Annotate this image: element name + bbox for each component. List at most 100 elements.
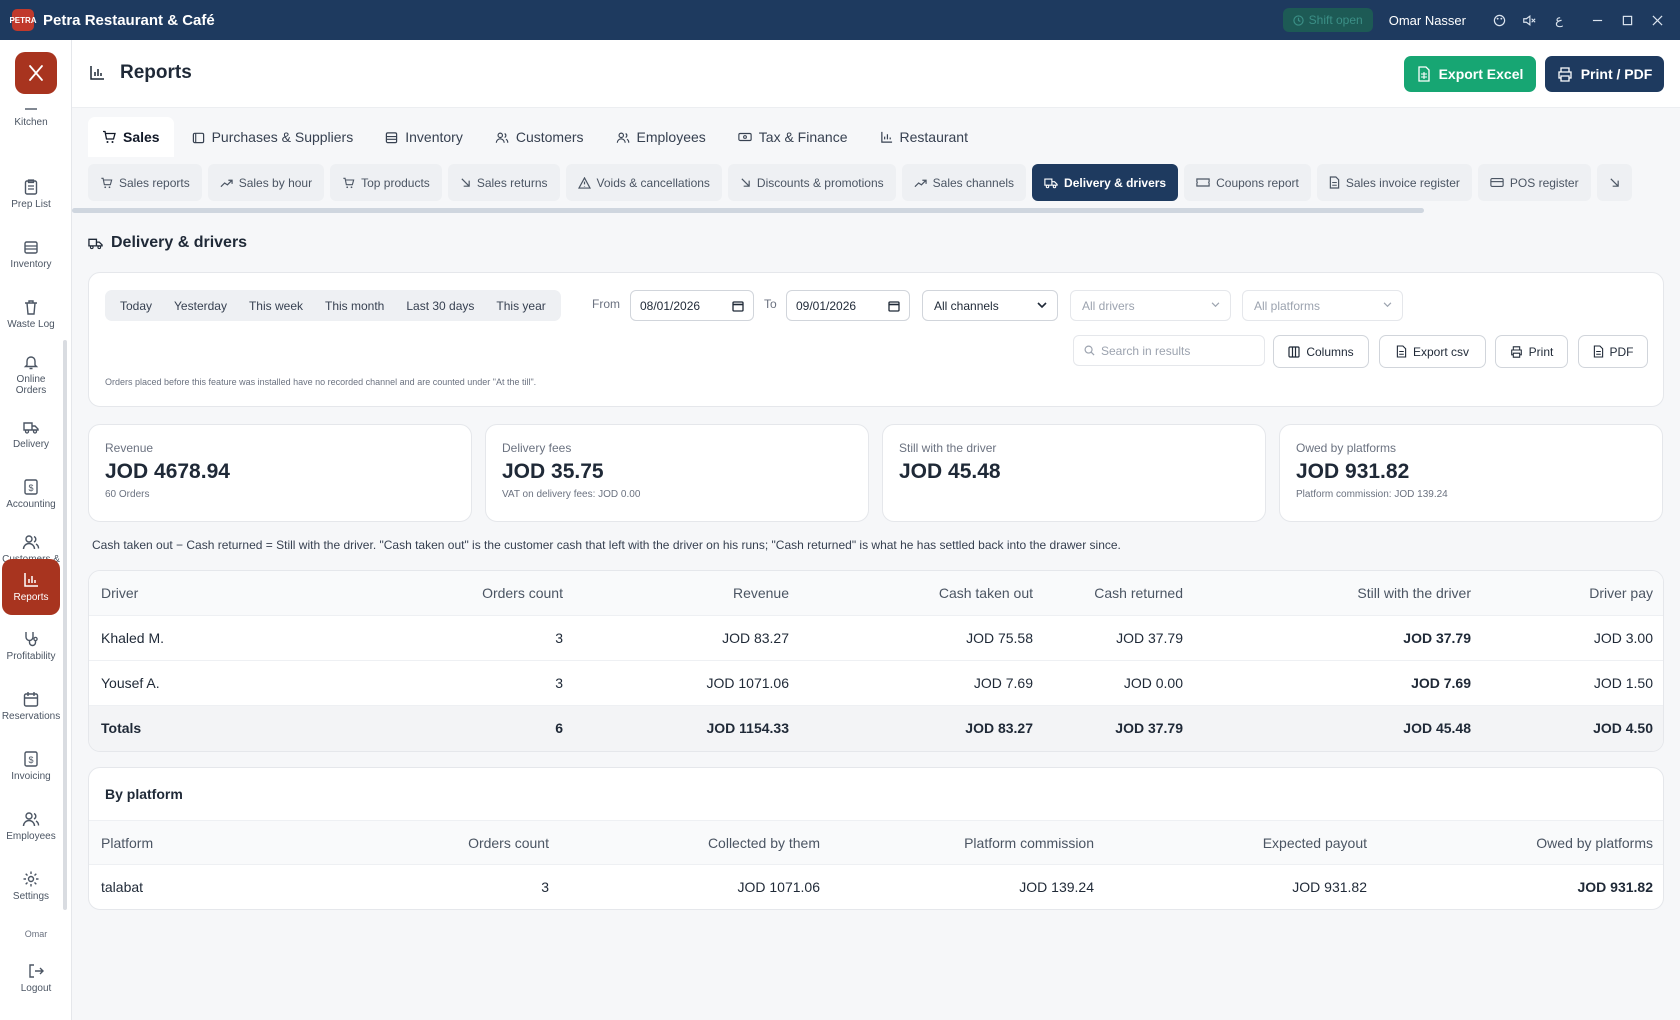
driver-pay: JOD 4.50 [1593,720,1653,736]
range-this-month[interactable]: This month [314,299,395,313]
sidebar-item-accounting[interactable]: $ Accounting [2,466,60,522]
search-input[interactable]: Search in results [1073,335,1265,366]
trend-up-icon [220,179,233,187]
subtab-sales-returns[interactable]: Sales returns [447,164,560,201]
sidebar-item-kitchen[interactable]: Kitchen [2,90,60,146]
sidebar-item-waste-log[interactable]: Waste Log [2,286,60,342]
column-header[interactable]: Orders count [468,835,549,851]
pdf-button[interactable]: PDF [1578,335,1648,368]
tab-purchases-suppliers[interactable]: Purchases & Suppliers [178,117,368,157]
to-date-input[interactable]: 09/01/2026 [786,290,910,321]
columns-button[interactable]: Columns [1273,335,1369,368]
sidebar-item-inventory[interactable]: Inventory [2,226,60,282]
export-excel-button[interactable]: Export Excel [1404,56,1536,92]
kpi-sub: 60 Orders [105,489,150,500]
print-pdf-button[interactable]: Print / PDF [1545,56,1664,92]
mute-icon[interactable] [1514,0,1544,40]
sidebar-item-settings[interactable]: Settings [2,858,60,914]
subtab-more-icon[interactable] [1596,164,1632,201]
sidebar-item-reservations[interactable]: Reservations [2,678,60,734]
column-header[interactable]: Orders count [482,585,563,601]
subtab-sales-channels[interactable]: Sales channels [901,164,1027,201]
kpi-label: Owed by platforms [1296,441,1397,455]
chevron-down-icon [1037,302,1047,309]
restaurant-logo-icon[interactable] [15,52,57,94]
column-header[interactable]: Platform commission [964,835,1094,851]
tab-employees[interactable]: Employees [602,117,720,157]
maximize-icon[interactable] [1612,0,1642,40]
subtabs-scrollbar[interactable] [72,208,1424,213]
shift-status-badge[interactable]: Shift open [1282,8,1373,32]
range-today[interactable]: Today [109,299,163,313]
column-header[interactable]: Platform [101,835,153,851]
column-header[interactable]: Revenue [733,585,789,601]
range-yesterday[interactable]: Yesterday [163,299,238,313]
cart-icon [101,177,113,188]
subtab-coupons-report[interactable]: Coupons report [1184,164,1311,201]
channel-select[interactable]: All channels [922,290,1058,321]
sidebar-item-profitability[interactable]: Profitability [2,618,60,674]
close-icon[interactable] [1642,0,1672,40]
sidebar-user-label: Omar [24,929,48,939]
users-icon [495,132,509,143]
export-csv-button[interactable]: Export csv [1379,335,1486,368]
report-tabs: Sales Purchases & Suppliers Inventory Cu… [88,117,982,157]
tab-sales[interactable]: Sales [88,117,174,157]
sidebar-item-reports[interactable]: Reports [2,559,60,615]
printer-icon [1558,66,1572,82]
print-button[interactable]: Print [1495,335,1568,368]
drivers-select[interactable]: All drivers [1070,290,1231,321]
column-header[interactable]: Expected payout [1263,835,1367,851]
column-header[interactable]: Driver [101,585,138,601]
subtab-pos-register[interactable]: POS register [1477,164,1591,201]
column-header[interactable]: Cash taken out [939,585,1033,601]
title-bar: PETRA Petra Restaurant & Café Shift open… [0,0,1680,40]
subtab-voids-cancellations[interactable]: Voids & cancellations [565,164,722,201]
sidebar-item-prep-list[interactable]: Prep List [2,166,60,222]
sidebar-scrollbar[interactable] [63,340,67,910]
column-header[interactable]: Cash returned [1094,585,1183,601]
column-header[interactable]: Still with the driver [1357,585,1471,601]
minimize-icon[interactable] [1582,0,1612,40]
app-title: Petra Restaurant & Café [43,11,215,29]
tab-restaurant[interactable]: Restaurant [866,117,982,157]
sidebar-item-invoicing[interactable]: $ Invoicing [2,738,60,794]
subtab-sales-invoice-register[interactable]: Sales invoice register [1316,164,1472,201]
kpi-sub: VAT on delivery fees: JOD 0.00 [502,489,641,500]
platforms-select[interactable]: All platforms [1242,290,1403,321]
language-toggle[interactable]: ع [1544,0,1574,40]
subtab-delivery-drivers[interactable]: Delivery & drivers [1032,164,1179,201]
chevron-down-icon [1211,302,1220,308]
sidebar-item-delivery[interactable]: Delivery [2,406,60,462]
stethoscope-icon [25,632,38,647]
tab-inventory[interactable]: Inventory [371,117,477,157]
table-row[interactable]: Khaled M. 3 JOD 83.27 JOD 75.58 JOD 37.7… [89,616,1663,661]
from-date-input[interactable]: 08/01/2026 [630,290,754,321]
logout-button[interactable]: Logout [7,950,65,1006]
cash-taken-out: JOD 83.27 [965,720,1033,736]
tab-customers[interactable]: Customers [481,117,598,157]
column-header[interactable]: Owed by platforms [1536,835,1653,851]
owed-by-platforms: JOD 931.82 [1577,879,1654,895]
range-last-30-days[interactable]: Last 30 days [395,299,485,313]
sidebar-item-employees[interactable]: Employees [2,798,60,854]
table-row[interactable]: Yousef A. 3 JOD 1071.06 JOD 7.69 JOD 0.0… [89,661,1663,706]
column-header[interactable]: Driver pay [1589,585,1653,601]
range-this-week[interactable]: This week [238,299,314,313]
tab-tax-finance[interactable]: Tax & Finance [724,117,862,157]
kpi-still-with-driver-card: Still with the driver JOD 45.48 [882,424,1266,522]
subtab-sales-by-hour[interactable]: Sales by hour [207,164,325,201]
table-row[interactable]: talabat 3 JOD 1071.06 JOD 139.24 JOD 931… [89,865,1663,909]
date-range-presets: Today Yesterday This week This month Las… [105,290,561,321]
chef-hat-icon [25,108,37,110]
palette-icon[interactable] [1484,0,1514,40]
subtab-discounts-promotions[interactable]: Discounts & promotions [727,164,896,201]
sidebar-item-online-orders[interactable]: Online Orders [2,346,60,402]
user-name[interactable]: Omar Nasser [1389,13,1466,28]
still-with-driver: JOD 37.79 [1403,630,1471,646]
column-header[interactable]: Collected by them [708,835,820,851]
range-this-year[interactable]: This year [485,299,556,313]
arrow-down-right-icon [741,178,750,187]
subtab-top-products[interactable]: Top products [330,164,442,201]
subtab-sales-reports[interactable]: Sales reports [88,164,202,201]
